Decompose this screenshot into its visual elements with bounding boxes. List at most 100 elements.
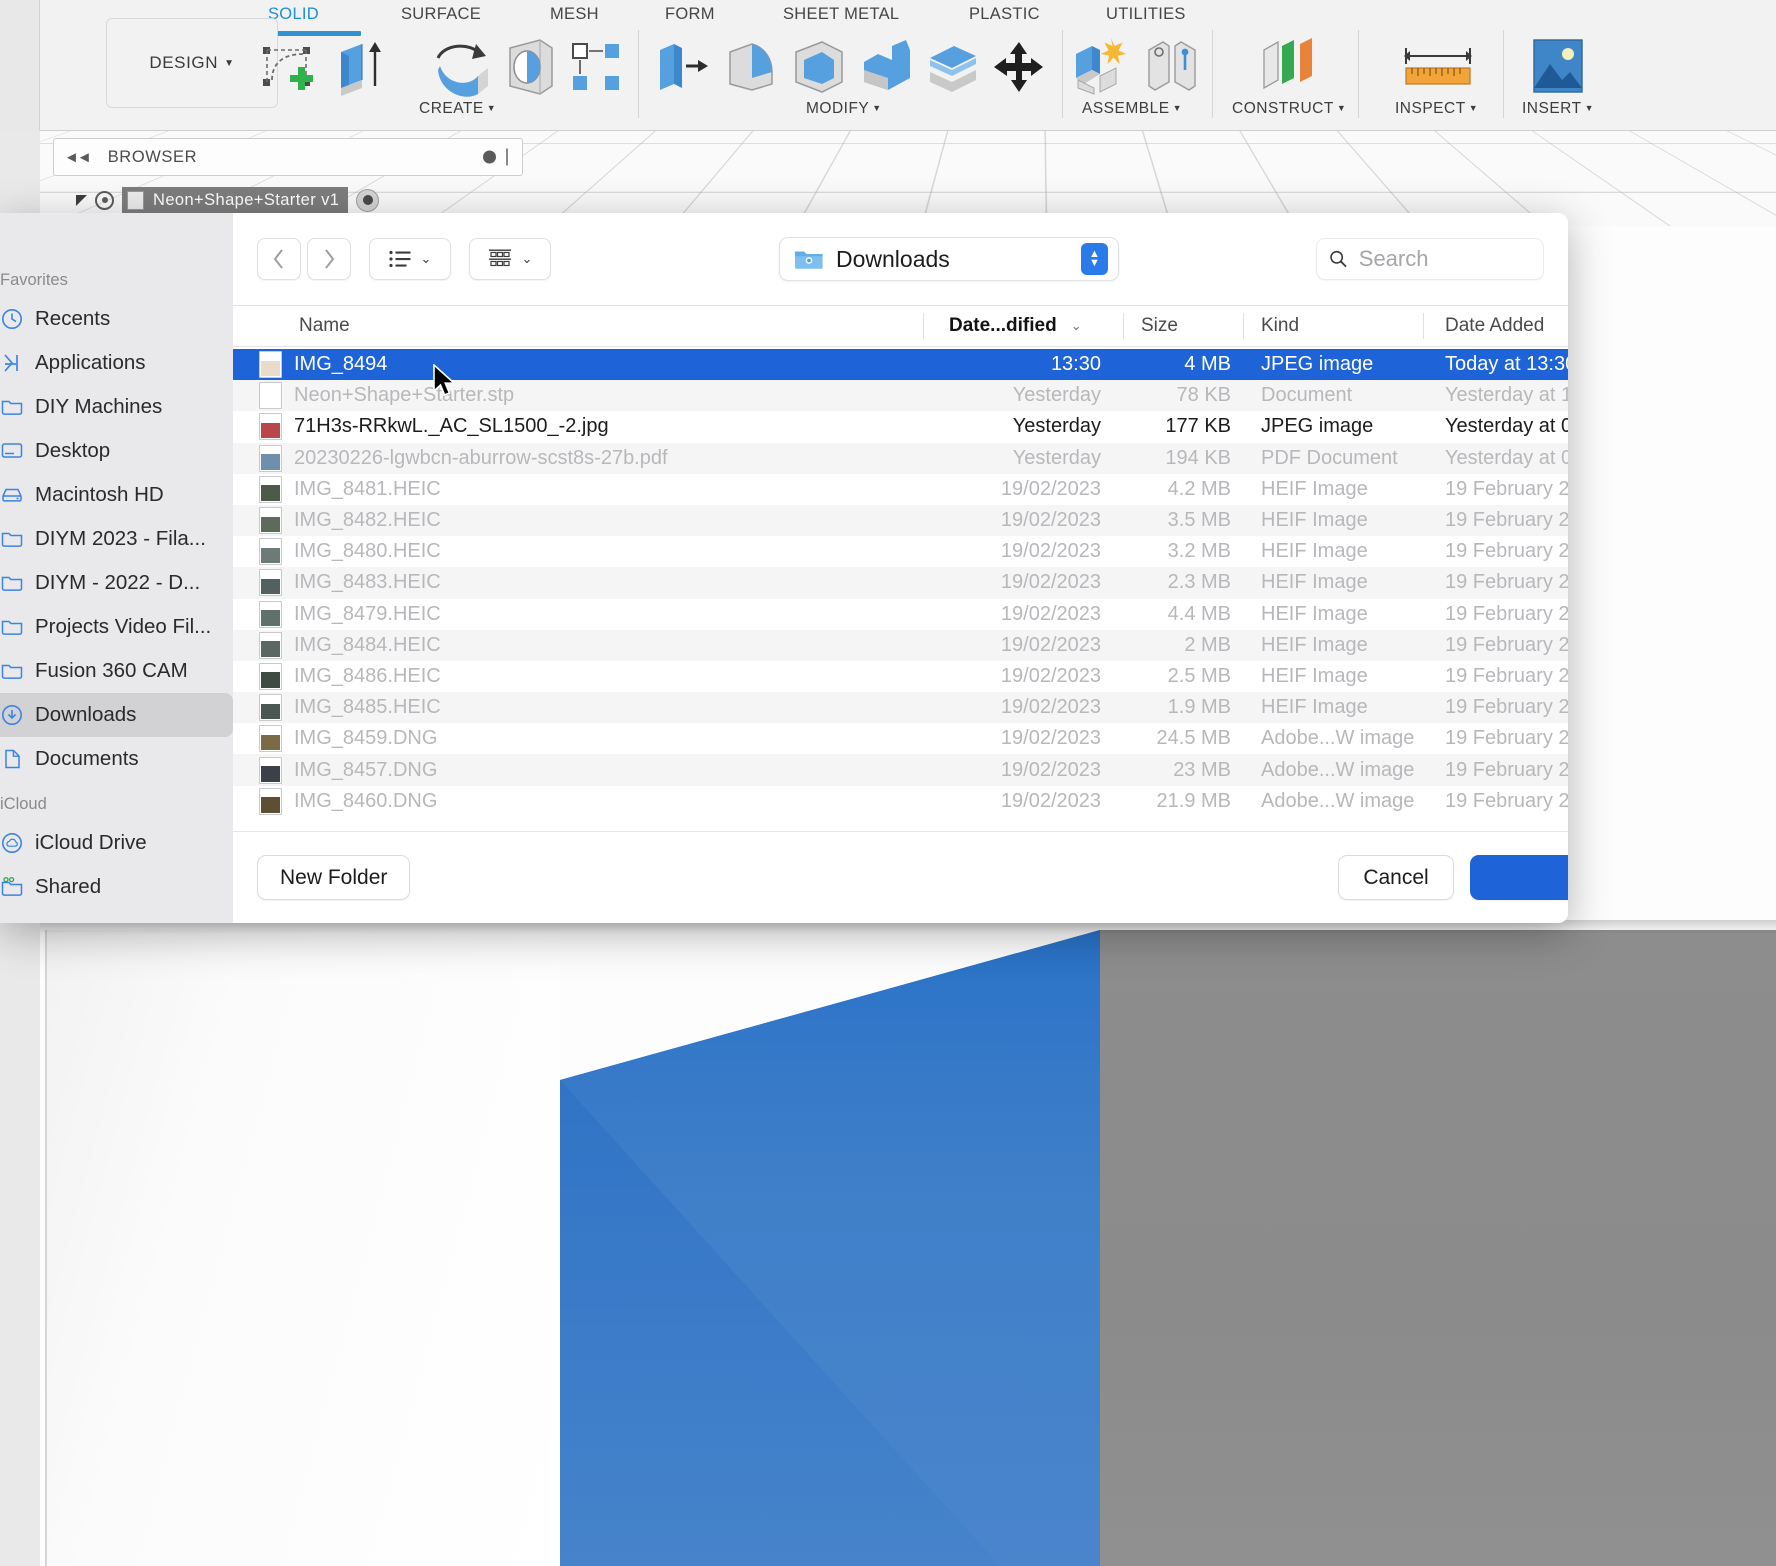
sidebar-item-projects-video-fil[interactable]: Projects Video Fil... (0, 605, 233, 649)
tab-mesh[interactable]: MESH (550, 5, 599, 24)
file-name-label: IMG_8457.DNG (294, 758, 438, 781)
sidebar-item-downloads[interactable]: Downloads (0, 693, 233, 737)
file-table-body[interactable]: IMG_8494 13:30 4 MB JPEG image Today at 13:3… (233, 347, 1568, 831)
open-button[interactable] (1470, 855, 1568, 900)
search-input[interactable] (1358, 246, 1531, 272)
table-row[interactable]: IMG_8483.HEIC 19/02/2023 2.3 MB HEIF Image 1… (233, 567, 1568, 599)
sidebar-item-shared[interactable]: Shared (0, 865, 233, 909)
minimize-icon[interactable] (483, 150, 496, 164)
panel-label-construct[interactable]: CONSTRUCT ▼ (1232, 100, 1346, 118)
table-row[interactable]: 20230226-lgwbcn-aburrow-scst8s-27b.pdf Ye… (233, 442, 1568, 474)
file-date-added-cell: 19 February 2023 a (1445, 602, 1568, 625)
create-sweep-icon[interactable] (502, 36, 560, 103)
panel-label-modify[interactable]: MODIFY ▼ (806, 100, 882, 118)
modify-press-pull-icon[interactable] (654, 38, 712, 101)
table-row[interactable]: IMG_8482.HEIC 19/02/2023 3.5 MB HEIF Image 1… (233, 504, 1568, 537)
table-row[interactable]: IMG_8457.DNG 19/02/2023 23 MB Adobe...W ima… (233, 754, 1568, 786)
table-row[interactable]: IMG_8485.HEIC 19/02/2023 1.9 MB HEIF Image 1… (233, 692, 1568, 724)
path-stepper-icon[interactable]: ▲ ▼ (1081, 243, 1108, 275)
view-mode-icon-button[interactable]: ⌄ (469, 238, 551, 280)
tab-sheet-metal[interactable]: SHEET METAL (783, 5, 899, 24)
column-header-size[interactable]: Size (1123, 306, 1243, 346)
panel-label-insert[interactable]: INSERT ▼ (1522, 100, 1594, 118)
panel-label-assemble-text: ASSEMBLE (1082, 100, 1170, 117)
table-row[interactable]: 71H3s-RRkwL._AC_SL1500_-2.jpg Yesterday 17… (233, 411, 1568, 442)
tab-utilities[interactable]: UTILITIES (1106, 5, 1186, 24)
forward-button[interactable] (307, 238, 351, 280)
create-sketch-icon[interactable] (259, 42, 315, 99)
origin-toggle-icon[interactable] (356, 188, 380, 212)
file-name-cell: IMG_8479.HEIC (233, 600, 923, 628)
sidebar-item-fusion-360-cam[interactable]: Fusion 360 CAM (0, 649, 233, 693)
tab-surface[interactable]: SURFACE (401, 5, 481, 24)
table-row[interactable]: IMG_8481.HEIC 19/02/2023 4.2 MB HEIF Image 1… (233, 474, 1568, 505)
insert-image-icon[interactable] (1530, 36, 1586, 101)
table-row[interactable]: IMG_8484.HEIC 19/02/2023 2 MB HEIF Image 19 … (233, 629, 1568, 661)
workspace-switcher-button[interactable]: DESIGN ▼ (106, 18, 278, 108)
search-field[interactable] (1316, 238, 1544, 280)
column-header-name[interactable]: Name (233, 306, 923, 346)
path-selector[interactable]: Downloads ▲ ▼ (779, 237, 1119, 281)
sidebar-item-desktop[interactable]: Desktop (0, 429, 233, 473)
sidebar-item-diy-machines[interactable]: DIY Machines (0, 385, 233, 429)
table-row[interactable]: IMG_8460.DNG 19/02/2023 21.9 MB Adobe...W i… (233, 786, 1568, 817)
create-revolve-icon[interactable] (430, 38, 494, 103)
construct-offset-plane-icon[interactable] (1258, 36, 1320, 101)
browser-tree-row[interactable]: Neon+Shape+Starter v1 (76, 187, 380, 213)
browser-panel[interactable]: ◄◄ BROWSER (53, 138, 523, 176)
column-header-date-modified[interactable]: Date...dified ⌄ (923, 306, 1123, 346)
modify-fillet-icon[interactable] (722, 38, 780, 101)
column-header-date-added[interactable]: Date Added (1423, 306, 1568, 346)
table-row[interactable]: IMG_8459.DNG 19/02/2023 24.5 MB Adobe...W i… (233, 723, 1568, 754)
sidebar-item-applications[interactable]: Applications (0, 341, 233, 385)
modify-move-icon[interactable] (992, 40, 1046, 99)
create-extrude-icon[interactable] (329, 38, 389, 103)
cancel-button[interactable]: Cancel (1338, 855, 1454, 900)
panel-resize-handle[interactable] (506, 148, 508, 166)
assemble-new-component-icon[interactable] (1070, 36, 1130, 101)
file-name-cell: IMG_8483.HEIC (233, 569, 923, 597)
file-name-label: IMG_8481.HEIC (294, 477, 441, 500)
dialog-footer: New Folder Cancel (233, 831, 1568, 923)
file-date-modified-cell: 19/02/2023 (1000, 477, 1101, 500)
inspect-measure-icon[interactable] (1400, 44, 1476, 95)
file-date-modified-cell: 13:30 (1050, 353, 1101, 376)
list-view-icon (388, 250, 411, 268)
applications-icon (4, 354, 18, 372)
panel-label-modify-text: MODIFY (806, 100, 870, 117)
table-row[interactable]: IMG_8479.HEIC 19/02/2023 4.4 MB HEIF Image 1… (233, 599, 1568, 630)
file-size-cell: 23 MB (1173, 758, 1231, 781)
assemble-joint-icon[interactable] (1143, 36, 1201, 101)
expand-triangle-icon[interactable] (76, 194, 87, 206)
back-button[interactable] (257, 238, 301, 280)
column-header-size-label: Size (1141, 315, 1178, 336)
table-row[interactable]: IMG_8480.HEIC 19/02/2023 3.2 MB HEIF Image 1… (233, 536, 1568, 567)
column-header-kind[interactable]: Kind (1243, 306, 1423, 346)
file-name-cell: IMG_8481.HEIC (233, 475, 923, 503)
browser-document-node[interactable]: Neon+Shape+Starter v1 (122, 187, 349, 213)
panel-label-inspect[interactable]: INSPECT ▼ (1395, 100, 1478, 118)
modify-shell-icon[interactable] (790, 38, 848, 101)
sidebar-item-documents[interactable]: Documents (0, 737, 233, 781)
sidebar-item-recents[interactable]: Recents (0, 297, 233, 341)
sidebar-item-diym-2023-fila[interactable]: DIYM 2023 - Fila... (0, 517, 233, 561)
view-mode-list-button[interactable]: ⌄ (369, 238, 451, 280)
panel-label-assemble[interactable]: ASSEMBLE ▼ (1082, 100, 1182, 118)
sidebar-item-icloud-drive[interactable]: iCloud Drive (0, 821, 233, 865)
sidebar-item-macintosh-hd[interactable]: Macintosh HD (0, 473, 233, 517)
panel-label-create[interactable]: CREATE ▼ (419, 100, 496, 118)
table-row[interactable]: IMG_8486.HEIC 19/02/2023 2.5 MB HEIF Image 1… (233, 661, 1568, 692)
modify-split-icon[interactable] (924, 38, 982, 101)
tab-form[interactable]: FORM (665, 5, 715, 24)
file-date-added-cell: 19 February 2023 a (1445, 664, 1568, 687)
file-date-added-cell: 19 February 2023 a (1445, 509, 1568, 532)
file-date-modified-cell: Yesterday (1012, 384, 1101, 407)
tab-plastic[interactable]: PLASTIC (969, 5, 1040, 24)
create-pattern-icon[interactable] (571, 42, 623, 97)
visibility-eye-icon[interactable] (95, 190, 114, 210)
new-folder-button[interactable]: New Folder (257, 855, 411, 900)
sidebar-item-diym-2022-d[interactable]: DIYM - 2022 - D... (0, 561, 233, 605)
modify-combine-icon[interactable] (858, 38, 916, 101)
collapse-left-icon[interactable]: ◄◄ (64, 149, 92, 166)
file-size-cell: 24.5 MB (1156, 727, 1231, 750)
